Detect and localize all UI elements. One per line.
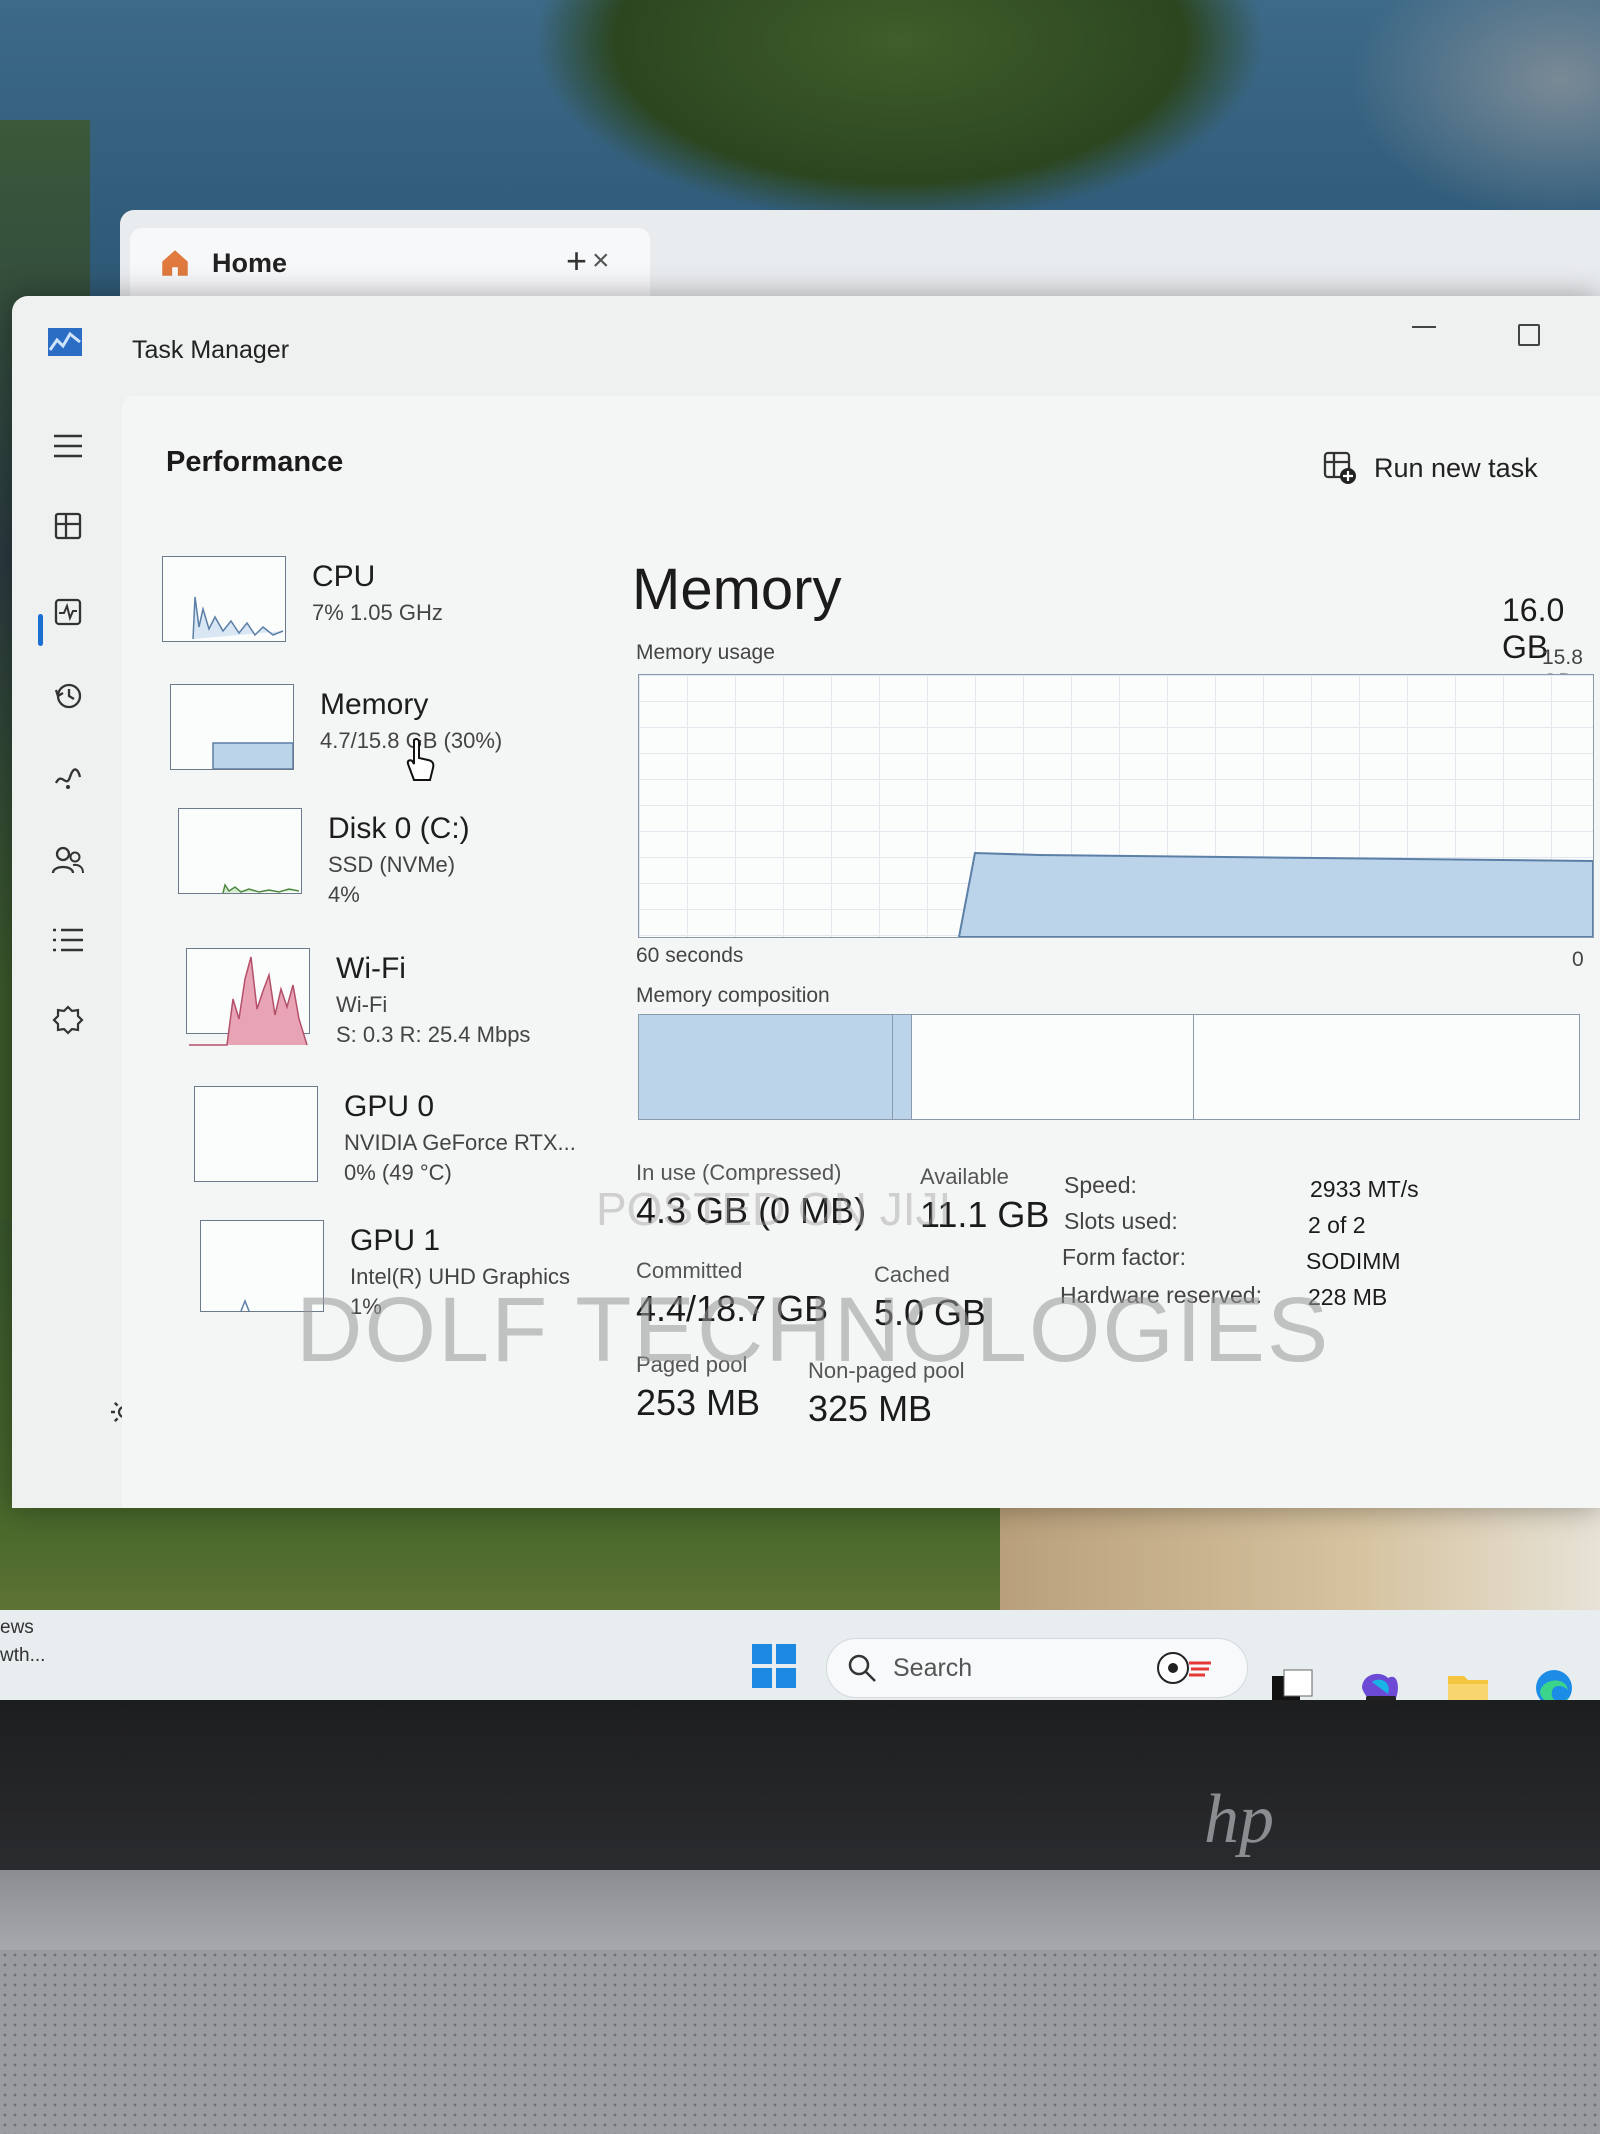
device-throughput: S: 0.3 R: 25.4 Mbps (336, 1022, 531, 1047)
cpu-thumbnail-graph (162, 556, 286, 642)
hand-cursor-icon (406, 738, 435, 781)
tab-close-icon[interactable]: × (592, 244, 610, 278)
graph-time-right: 0 (1572, 948, 1584, 971)
spec-form-value: SODIMM (1306, 1248, 1401, 1274)
device-name: GPU 1 (350, 1224, 441, 1257)
composition-standby[interactable] (911, 1015, 1194, 1119)
spec-slots-label: Slots used: (1064, 1208, 1178, 1234)
memory-title: Memory (632, 557, 842, 622)
new-tab-icon[interactable]: + (566, 240, 587, 282)
performance-icon[interactable] (48, 592, 88, 632)
page-title: Performance (166, 446, 344, 478)
memory-composition-label: Memory composition (636, 984, 830, 1007)
run-task-icon (1323, 451, 1356, 484)
laptop-bezel (0, 1700, 1600, 1870)
device-detail: Wi-Fi (336, 992, 388, 1017)
memory-composition-bar (638, 1014, 1580, 1120)
news-line-2: wth... (0, 1645, 46, 1666)
composition-in-use[interactable] (639, 1015, 893, 1119)
news-line-1: ews (0, 1617, 34, 1638)
news-widget[interactable]: ews wth... (0, 1614, 45, 1670)
home-icon (162, 250, 188, 276)
device-usage: 4% (328, 882, 360, 907)
memory-usage-label: Memory usage (636, 641, 775, 664)
watermark-posted-on: POSTED ON JIJI (596, 1183, 952, 1235)
device-name: GPU 0 (344, 1090, 435, 1123)
details-icon[interactable] (48, 920, 88, 960)
services-icon[interactable] (48, 1000, 88, 1040)
composition-modified[interactable] (892, 1015, 912, 1119)
watermark-dolf-technologies: DOLF TECHNOLOGIES (296, 1279, 1331, 1381)
laptop-hinge (0, 1870, 1600, 1950)
window-title: Task Manager (132, 336, 290, 364)
device-wifi[interactable]: Wi-Fi Wi-Fi S: 0.3 R: 25.4 Mbps (186, 948, 646, 1068)
laptop-speaker-grille (0, 1950, 1600, 2134)
device-usage: 0% (49 °C) (344, 1160, 452, 1185)
hamburger-menu-icon[interactable] (48, 426, 88, 466)
device-name: Disk 0 (C:) (328, 812, 470, 845)
spec-slots-value: 2 of 2 (1308, 1212, 1366, 1238)
spec-form-label: Form factor: (1062, 1244, 1186, 1270)
users-icon[interactable] (48, 840, 88, 880)
active-nav-indicator (38, 614, 43, 646)
minimize-button[interactable] (1412, 326, 1436, 328)
memory-usage-graph (638, 674, 1594, 938)
device-name: Memory (320, 688, 429, 721)
device-name: CPU (312, 560, 376, 593)
stat-value: 253 MB (636, 1382, 761, 1423)
device-detail: NVIDIA GeForce RTX... (344, 1130, 576, 1155)
device-name: Wi-Fi (336, 952, 406, 985)
app-history-icon[interactable] (48, 676, 88, 716)
windows-start-icon[interactable] (752, 1644, 796, 1688)
startup-apps-icon[interactable] (48, 758, 88, 798)
spec-speed-value: 2933 MT/s (1310, 1176, 1419, 1202)
composition-free[interactable] (1193, 1015, 1579, 1119)
search-icon (848, 1654, 876, 1682)
run-new-task-button[interactable]: Run new task (1322, 450, 1538, 486)
graph-time-left: 60 seconds (636, 944, 744, 967)
task-manager-app-icon (48, 328, 82, 356)
browser-tab-label: Home (212, 247, 288, 278)
maximize-button[interactable] (1518, 324, 1540, 346)
device-cpu[interactable]: CPU 7% 1.05 GHz (162, 556, 622, 676)
stat-value: 325 MB (808, 1388, 933, 1429)
soccer-ball-icon (1157, 1652, 1211, 1684)
spec-speed-label: Speed: (1064, 1172, 1137, 1198)
device-detail: 7% 1.05 GHz (312, 600, 443, 625)
title-bar: Task Manager (12, 296, 1600, 396)
gpu0-thumbnail-graph (194, 1086, 318, 1182)
device-memory[interactable]: Memory 4.7/15.8 GB (30%) (170, 684, 630, 804)
processes-icon[interactable] (48, 506, 88, 546)
search-placeholder: Search (893, 1654, 973, 1682)
device-disk[interactable]: Disk 0 (C:) SSD (NVMe) 4% (178, 808, 638, 928)
nav-rail (12, 396, 137, 1508)
device-detail: SSD (NVMe) (328, 852, 456, 877)
memory-thumbnail-graph (170, 684, 294, 770)
hp-logo: hp (1204, 1781, 1274, 1858)
taskbar-search[interactable]: Search (826, 1638, 1248, 1698)
device-gpu0[interactable]: GPU 0 NVIDIA GeForce RTX... 0% (49 °C) (194, 1086, 654, 1206)
wifi-thumbnail-graph (186, 948, 310, 1046)
disk-thumbnail-graph (178, 808, 302, 894)
run-new-task-label: Run new task (1374, 452, 1538, 483)
